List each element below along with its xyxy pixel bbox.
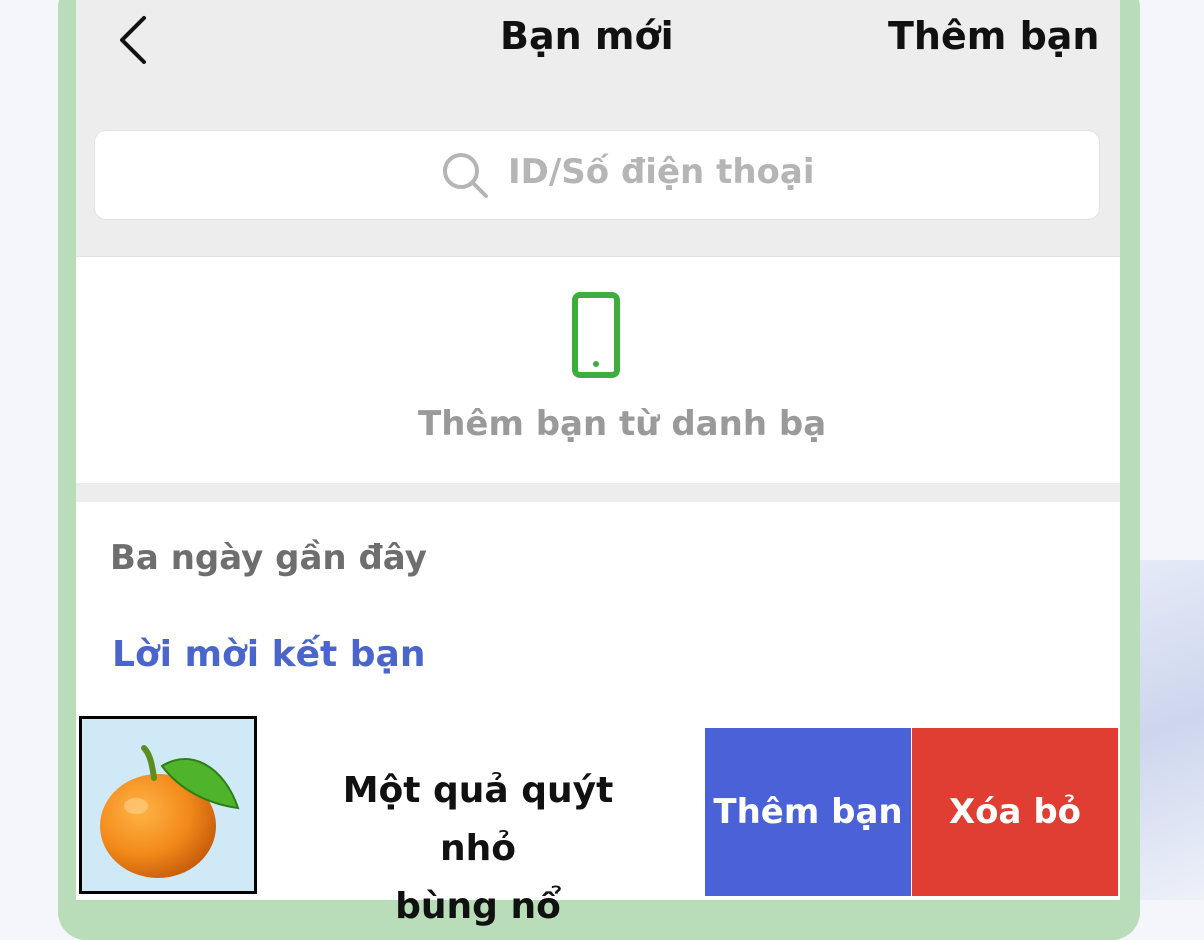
chevron-left-icon[interactable]	[116, 14, 150, 66]
search-placeholder: ID/Số điện thoại	[508, 152, 815, 192]
orange-icon	[100, 745, 240, 878]
accept-friend-button[interactable]: Thêm bạn	[705, 728, 911, 896]
friend-requests-link[interactable]: Lời mời kết bạn	[112, 634, 425, 675]
smartphone-icon	[572, 292, 620, 378]
page-title: Bạn mới	[500, 14, 674, 58]
add-friend-header-button[interactable]: Thêm bạn	[888, 14, 1099, 58]
search-icon	[443, 153, 488, 198]
requester-name-line-2: bùng nổ	[395, 886, 561, 927]
requester-name: Một quả quýt nhỏ bùng nổ	[300, 762, 656, 936]
requester-name-line-1: Một quả quýt nhỏ	[342, 770, 614, 869]
add-from-contacts-label: Thêm bạn từ danh bạ	[418, 404, 827, 444]
recent-days-label: Ba ngày gần đây	[110, 538, 427, 578]
delete-request-button[interactable]: Xóa bỏ	[912, 728, 1118, 896]
